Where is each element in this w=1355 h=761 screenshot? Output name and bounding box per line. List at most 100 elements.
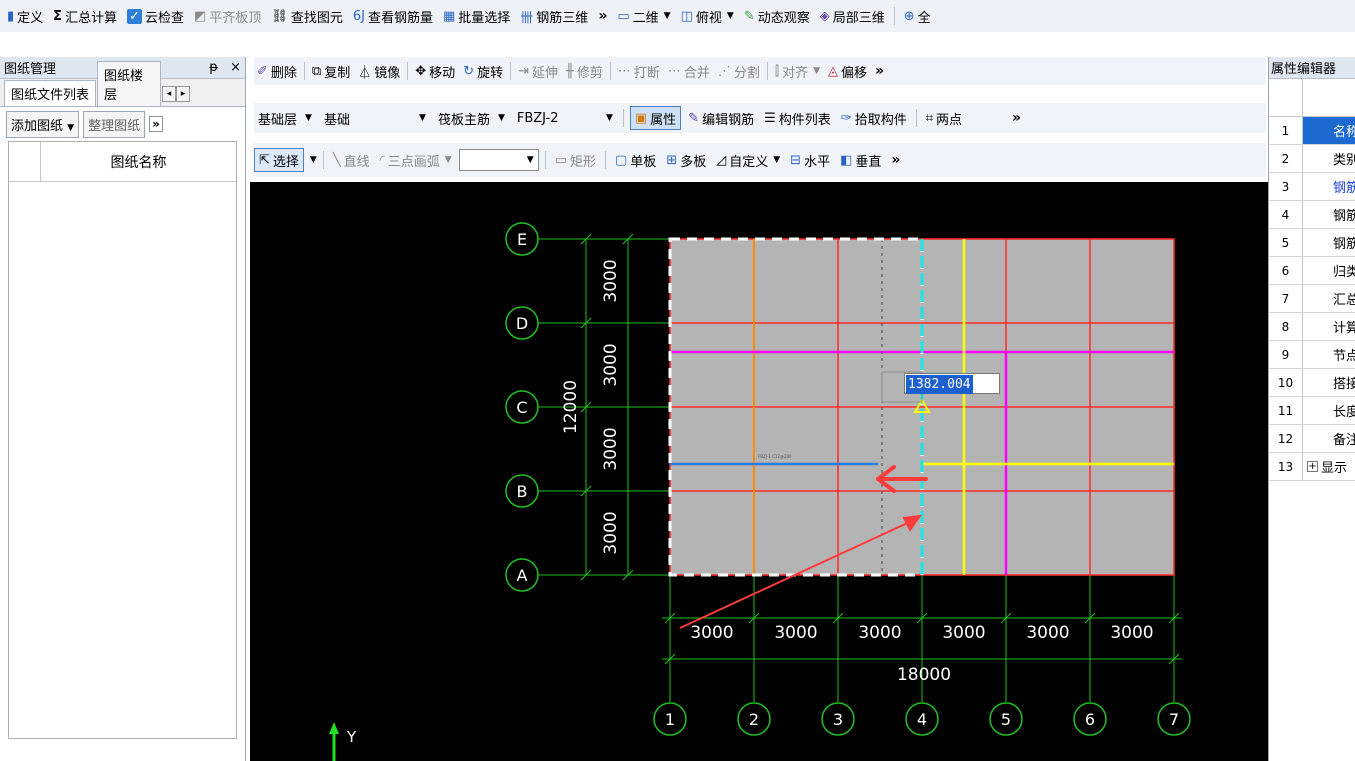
drawing-canvas[interactable]: FBZJ-1 C12@200 E D C B A 1 2 3 4 5 6 7 3…: [250, 182, 1268, 761]
draw-toolbar: ⇱ 选择 ▼ ╲ 直线 ◜ 三点画弧 ▼ ▼ ▭ 矩形 ▢ 单板 ⊞ 多板 ◿ 自定义 ▼ ⊟ 水平…: [254, 143, 1266, 177]
property-row[interactable]: 10 搭接: [1269, 369, 1355, 397]
panel-overflow-button[interactable]: »: [149, 116, 163, 132]
pin-icon[interactable]: ᵽ: [209, 60, 218, 75]
toolbar-overflow-button[interactable]: »: [595, 8, 610, 24]
two-points-button[interactable]: ⌗ 两点: [923, 106, 965, 130]
vertical-button[interactable]: ◧ 垂直: [837, 148, 884, 172]
mirror-button[interactable]: ⏃ 镜像: [355, 59, 403, 83]
property-row[interactable]: 3 钢筋: [1269, 173, 1355, 201]
tab-scroll-right-icon[interactable]: ▸: [176, 86, 191, 102]
tab-scroll-left-icon[interactable]: ◂: [162, 86, 177, 102]
two-points-icon: ⌗: [925, 110, 934, 126]
zoom-all-button[interactable]: ⊕ 全: [901, 4, 934, 28]
move-button[interactable]: ✥ 移动: [412, 59, 458, 83]
rotate-button[interactable]: ↻ 旋转: [460, 59, 506, 83]
trim-button[interactable]: ╫ 修剪: [563, 59, 606, 83]
define-button[interactable]: ▮ 定义: [4, 4, 46, 28]
chevron-down-icon: ▼: [497, 113, 505, 123]
tab-drawing-floors[interactable]: 图纸楼层: [97, 61, 162, 106]
floor-select[interactable]: 基础层 ▼: [254, 107, 316, 129]
copy-button[interactable]: ⧉ 复制: [309, 59, 353, 83]
summary-calc-button[interactable]: Σ 汇总计算: [50, 4, 120, 28]
axis-label-5: 5: [1001, 710, 1011, 729]
dynamic-view-icon: ✎: [743, 8, 755, 24]
expand-plus-icon[interactable]: +: [1307, 461, 1318, 472]
top-view-button[interactable]: ◫ 俯视 ▼: [678, 4, 737, 28]
property-editor-panel: 属性编辑器 1 名称 2 类别 3 钢筋 4 钢筋 5 钢筋 6 归类 7 汇总 8 计算 9节…: [1268, 57, 1355, 761]
tab-drawing-files[interactable]: 图纸文件列表: [4, 80, 97, 106]
col-dim-1-2: 3000: [690, 623, 733, 643]
slab-top-button[interactable]: ◩ 平齐板顶: [191, 4, 264, 28]
horizontal-button[interactable]: ⊟ 水平: [787, 148, 833, 172]
draw-overflow-button[interactable]: »: [888, 152, 903, 168]
multi-slab-button[interactable]: ⊞ 多板: [663, 148, 709, 172]
local-3d-button[interactable]: ◈ 局部三维: [817, 4, 888, 28]
offset-button[interactable]: ◬ 偏移: [825, 59, 870, 83]
cursor-icon: ⇱: [259, 152, 270, 168]
row-dim-D-C: 3000: [601, 343, 621, 386]
chevron-down-icon: ▼: [605, 113, 613, 123]
delete-button[interactable]: ✐ 删除: [254, 59, 300, 83]
merge-button[interactable]: ⋯ 合并: [665, 59, 713, 83]
edit-rebar-button[interactable]: ✎ 编辑钢筋: [685, 106, 757, 130]
property-row[interactable]: 9 节点: [1269, 341, 1355, 369]
add-drawing-button[interactable]: 添加图纸 ▼: [6, 110, 80, 138]
chevron-down-icon: ▼: [813, 66, 821, 76]
panel-controls: ᵽ ×: [209, 60, 241, 75]
merge-icon: ⋯: [667, 63, 681, 79]
line-button[interactable]: ╲ 直线: [330, 148, 373, 172]
trim-icon: ╫: [566, 63, 574, 79]
close-icon[interactable]: ×: [230, 60, 241, 75]
property-row[interactable]: 1 名称: [1269, 117, 1355, 145]
align-button[interactable]: ⫿ 对齐 ▼: [772, 59, 823, 83]
view-2d-button[interactable]: ▭ 二维 ▼: [614, 4, 673, 28]
axis-label-A: A: [517, 566, 528, 585]
dynamic-view-button[interactable]: ✎ 动态观察: [741, 4, 813, 28]
component-type-select[interactable]: 筏板主筋 ▼: [434, 107, 509, 129]
rebar-3d-button[interactable]: 卌钢筋三维: [517, 4, 591, 28]
property-row[interactable]: 6 归类: [1269, 257, 1355, 285]
property-row-expandable[interactable]: 13 + 显示: [1269, 453, 1355, 481]
rebar-small-label: FBZJ-1 C12@200: [758, 454, 792, 459]
component-list-button[interactable]: ☰ 构件列表: [761, 106, 834, 130]
zoom-all-icon: ⊕: [903, 8, 915, 24]
length-input[interactable]: 1382.004: [904, 373, 1000, 394]
batch-select-button[interactable]: ▦ 批量选择: [440, 4, 513, 28]
separator: [544, 151, 546, 169]
property-row[interactable]: 2 类别: [1269, 145, 1355, 173]
arc-mode-select[interactable]: ▼: [458, 149, 539, 171]
modify-overflow-button[interactable]: »: [872, 63, 887, 79]
header-drawing-name[interactable]: 图纸名称: [41, 142, 236, 181]
organize-drawing-button[interactable]: 整理图纸: [83, 110, 146, 138]
chevron-down-icon[interactable]: ▼: [67, 123, 74, 133]
find-element-button[interactable]: ⛓ 查找图元: [268, 4, 346, 28]
property-row[interactable]: 7 汇总: [1269, 285, 1355, 313]
split-button[interactable]: ⋰ 分割: [715, 59, 763, 83]
arc-button[interactable]: ◜ 三点画弧 ▼: [377, 148, 455, 172]
single-slab-button[interactable]: ▢ 单板: [612, 148, 659, 172]
rect-button[interactable]: ▭ 矩形: [552, 148, 599, 172]
select-button[interactable]: ⇱ 选择: [254, 148, 304, 172]
extend-button[interactable]: ⇥ 延伸: [515, 59, 561, 83]
cloud-check-button[interactable]: ✓ 云检查: [124, 4, 187, 28]
custom-button[interactable]: ◿ 自定义 ▼: [713, 148, 783, 172]
cad-drawing[interactable]: FBZJ-1 C12@200 E D C B A 1 2 3 4 5 6 7 3…: [250, 182, 1268, 761]
component-overflow-button[interactable]: »: [1009, 110, 1024, 126]
property-row[interactable]: 8 计算: [1269, 313, 1355, 341]
property-row[interactable]: 4 钢筋: [1269, 201, 1355, 229]
category-select[interactable]: 基础 ▼: [320, 107, 430, 129]
component-name-select[interactable]: FBZJ-2 ▼: [513, 107, 617, 129]
separator: [604, 151, 606, 169]
property-row[interactable]: 11 长度: [1269, 397, 1355, 425]
properties-button[interactable]: ▣ 属性: [629, 106, 682, 130]
properties-icon: ▣: [634, 110, 648, 126]
batch-select-icon: ▦: [442, 8, 456, 24]
property-row[interactable]: 12 备注: [1269, 425, 1355, 453]
copy-icon: ⧉: [311, 63, 322, 79]
property-row[interactable]: 5 钢筋: [1269, 229, 1355, 257]
view-rebar-button[interactable]: 6J 查看钢筋量: [350, 4, 436, 28]
break-button[interactable]: ⋯ 打断: [615, 59, 663, 83]
chevron-down-icon[interactable]: ▼: [310, 155, 317, 165]
chevron-down-icon: ▼: [444, 155, 452, 165]
pick-component-button[interactable]: ✑ 拾取构件: [838, 106, 910, 130]
